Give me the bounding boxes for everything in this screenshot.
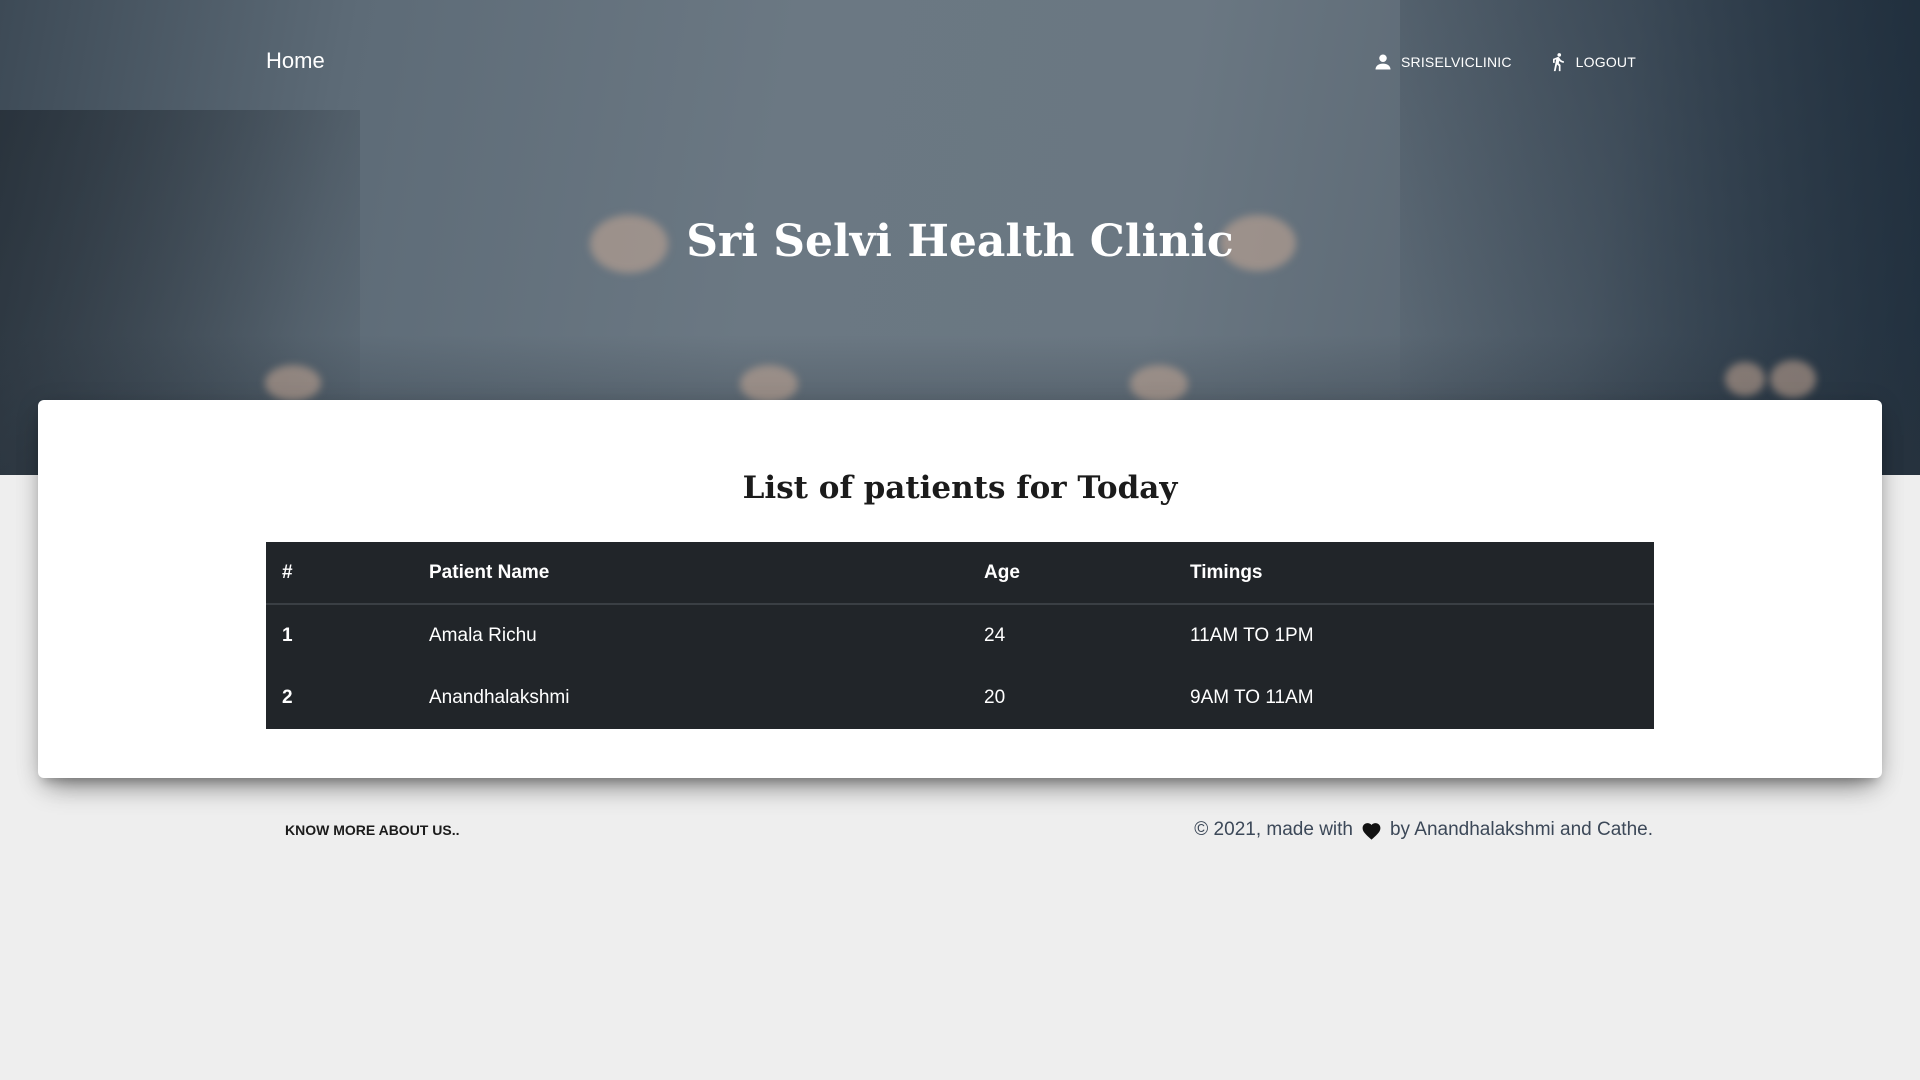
about-us-link[interactable]: KNOW MORE ABOUT US.. [285,822,459,838]
column-header-patient-name: Patient Name [413,542,968,605]
ceiling-light [1770,360,1816,398]
patient-name-cell: Anandhalakshmi [429,687,570,708]
patient-timing-cell: 9AM TO 11AM [1190,687,1314,708]
person-icon [1375,54,1391,70]
ceiling-light [1130,365,1188,403]
patient-age-cell: 20 [984,687,1006,708]
walking-person-icon [1552,53,1564,72]
row-number: 2 [282,687,293,708]
table-header-row: # Patient Name Age Timings [266,542,1654,605]
user-account-link[interactable]: SRISELVICLINIC [1373,52,1512,72]
ceiling-light [1725,362,1765,396]
column-header-timings: Timings [1174,542,1654,605]
navbar-actions: SRISELVICLINIC LOGOUT [1373,50,1636,74]
top-navbar: Home SRISELVICLINIC LOGOUT [266,44,1656,80]
copyright-notice: © 2021, made with by Anandhalakshmi and … [1194,819,1653,841]
ceiling-light [265,365,321,401]
logout-label: LOGOUT [1575,54,1636,70]
patient-name-cell: Amala Richu [429,625,537,646]
copyright-suffix: by Anandhalakshmi and Cathe. [1389,819,1653,840]
row-number: 1 [282,625,293,646]
patient-timing-cell: 11AM TO 1PM [1190,625,1314,646]
ceiling-light [740,365,798,403]
username-label: SRISELVICLINIC [1400,54,1512,70]
home-link[interactable]: Home [266,48,325,74]
clinic-title: Sri Selvi Health Clinic [686,216,1234,267]
column-header-number: # [266,542,413,605]
patients-table: # Patient Name Age Timings 1 Amala Richu… [266,542,1654,729]
table-row: 1 Amala Richu 24 11AM TO 1PM [266,604,1654,667]
column-header-age: Age [968,542,1174,605]
patient-age-cell: 24 [984,625,1006,646]
table-row: 2 Anandhalakshmi 20 9AM TO 11AM [266,667,1654,729]
copyright-prefix: © 2021, made with [1194,819,1353,840]
heart-icon [1362,822,1381,840]
logout-link[interactable]: LOGOUT [1548,50,1636,74]
patients-section-title: List of patients for Today [742,470,1178,506]
